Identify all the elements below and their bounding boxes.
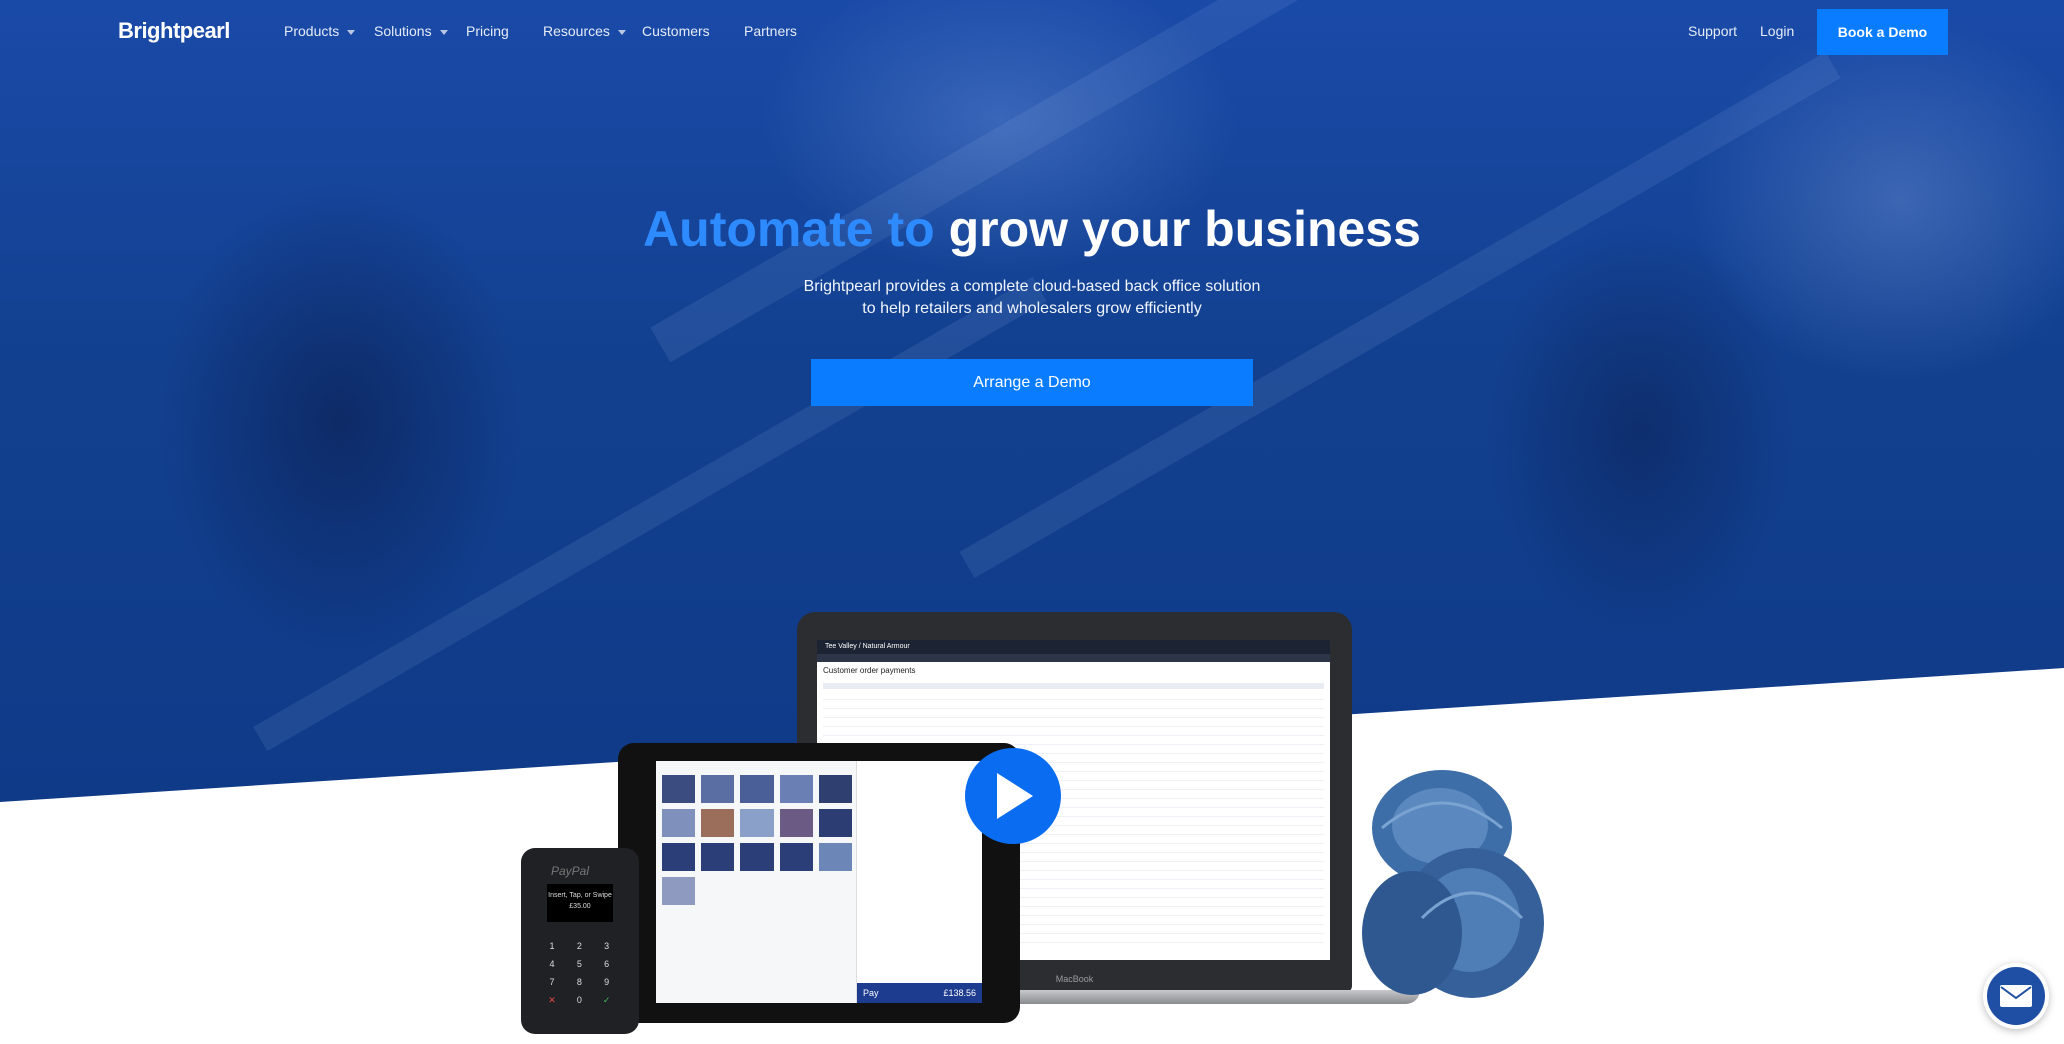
chevron-down-icon — [439, 29, 448, 35]
nav-pricing[interactable]: Pricing — [466, 23, 509, 39]
nav-resources[interactable]: Resources — [543, 23, 626, 39]
hero-subtext: Brightpearl provides a complete cloud-ba… — [0, 276, 2064, 320]
reader-display: Insert, Tap, or Swipe £35.00 — [547, 884, 613, 922]
cancel-key: ✕ — [548, 995, 556, 1005]
key: 8 — [576, 977, 582, 987]
app-title-bar: Tee Valley / Natural Armour — [817, 640, 1330, 654]
tablet-screen: Pay £138.56 — [656, 761, 982, 1003]
reader-keypad: 1 2 3 4 5 6 7 8 9 ✕ 0 ✓ — [543, 940, 617, 1006]
card-reader-device: PayPal Insert, Tap, or Swipe £35.00 1 2 … — [521, 848, 639, 1034]
key: 5 — [576, 959, 582, 969]
key: 0 — [576, 995, 582, 1005]
play-video-button[interactable] — [965, 748, 1061, 844]
nav-customers[interactable]: Customers — [642, 23, 710, 39]
key: 1 — [549, 941, 555, 951]
key: 2 — [576, 941, 582, 951]
subtext-line-1: Brightpearl provides a complete cloud-ba… — [803, 278, 1261, 295]
nav-products[interactable]: Products — [284, 23, 356, 39]
tablet-device: Pay £138.56 — [618, 743, 1020, 1023]
login-link[interactable]: Login — [1760, 23, 1794, 39]
confirm-key: ✓ — [602, 995, 611, 1005]
screen-title: Customer order payments — [823, 666, 916, 675]
contact-chat-button[interactable] — [1983, 963, 2049, 1029]
book-demo-button[interactable]: Book a Demo — [1817, 9, 1948, 55]
folded-jeans-image — [1362, 770, 1544, 998]
nav-solutions[interactable]: Solutions — [374, 23, 448, 39]
key: 4 — [549, 959, 555, 969]
key: 7 — [549, 977, 555, 987]
chevron-down-icon — [347, 29, 356, 35]
product-grid — [662, 775, 852, 905]
pay-amount: £138.56 — [943, 988, 976, 998]
chevron-down-icon — [617, 29, 626, 35]
hero-headline: Automate to grow your business — [0, 200, 2064, 258]
hero-section: Brightpearl Products Solutions Pricing R… — [0, 0, 2064, 1044]
subtext-line-2: to help retailers and wholesalers grow e… — [862, 300, 1202, 317]
pay-button[interactable]: Pay £138.56 — [857, 983, 982, 1003]
headline-rest: grow your business — [948, 201, 1421, 257]
support-link[interactable]: Support — [1688, 23, 1737, 39]
play-icon — [997, 773, 1033, 819]
key: 3 — [604, 941, 610, 951]
key: 9 — [604, 977, 610, 987]
key: 6 — [604, 959, 610, 969]
arrange-demo-button[interactable]: Arrange a Demo — [811, 359, 1253, 406]
headline-accent: Automate to — [643, 201, 935, 257]
nav-partners[interactable]: Partners — [744, 23, 797, 39]
reader-brand: PayPal — [551, 864, 590, 878]
pay-label: Pay — [863, 988, 879, 998]
top-navigation: Brightpearl Products Solutions Pricing R… — [0, 0, 2064, 64]
brightpearl-logo[interactable]: Brightpearl — [118, 18, 230, 44]
mail-icon — [2000, 985, 2032, 1007]
